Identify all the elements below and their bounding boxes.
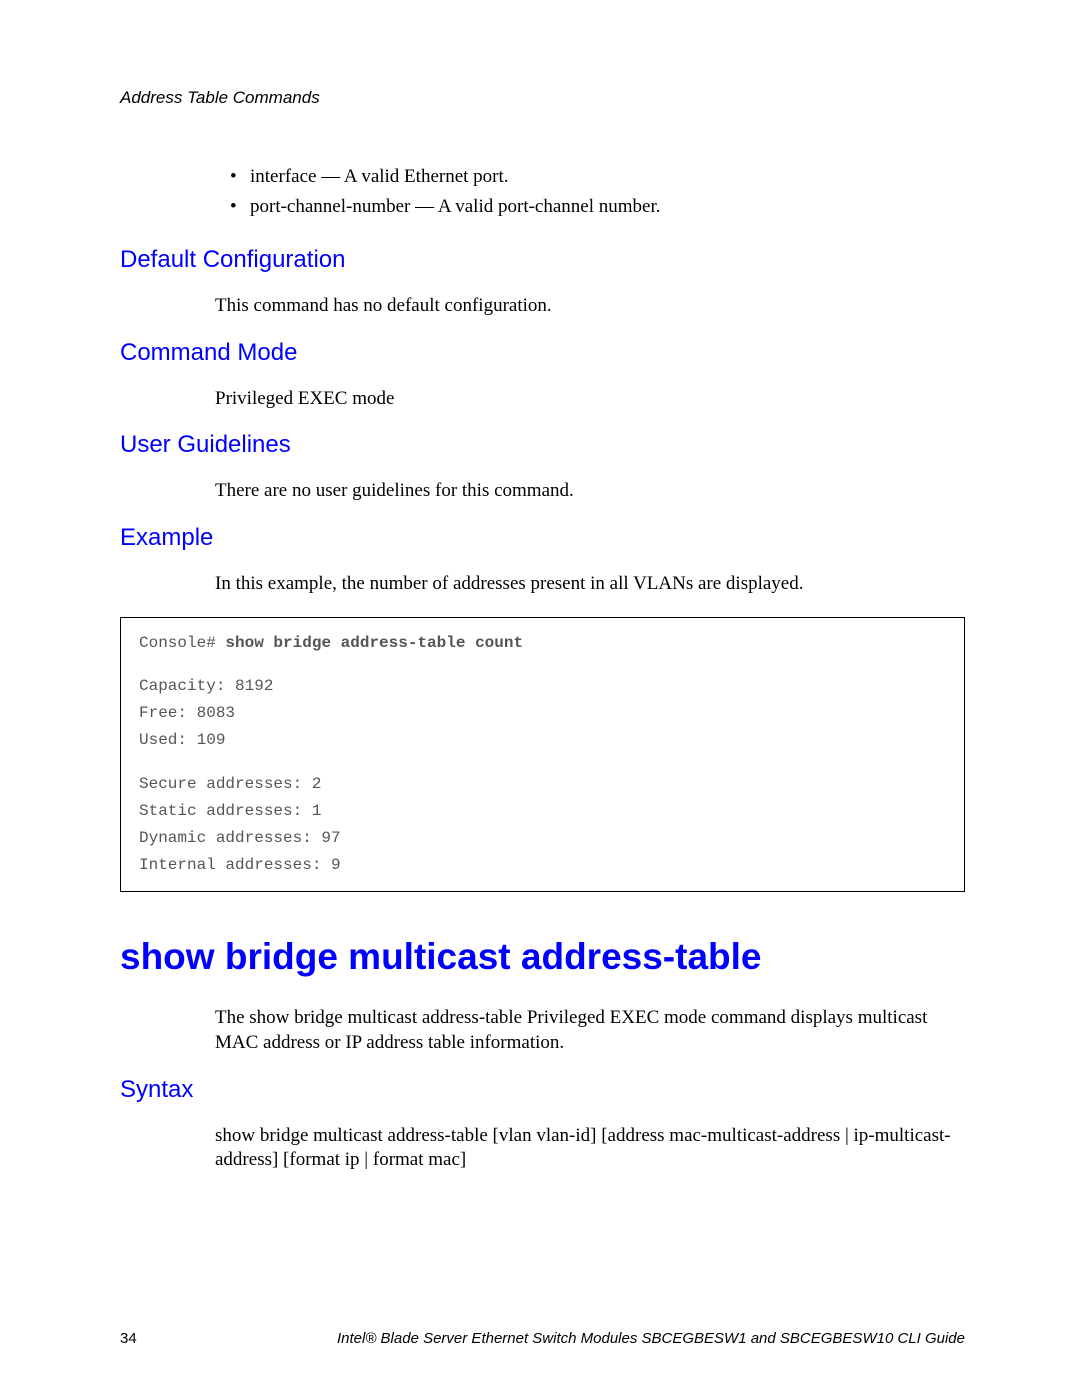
code-line: Static addresses: 1 [139,798,946,825]
code-line: Capacity: 8192 [139,673,946,700]
footer-guide-title: Intel® Blade Server Ethernet Switch Modu… [337,1330,965,1347]
bullet-item: port-channel-number — A valid port-chann… [230,196,965,218]
code-line: Internal addresses: 9 [139,852,946,879]
default-config-body: This command has no default configuratio… [215,294,965,319]
example-heading: Example [120,524,965,552]
syntax-heading: Syntax [120,1076,965,1104]
page-footer: 34 Intel® Blade Server Ethernet Switch M… [120,1330,965,1347]
code-line: Used: 109 [139,727,946,754]
user-guidelines-heading: User Guidelines [120,431,965,459]
bullet-item: interface — A valid Ethernet port. [230,166,965,188]
page-number: 34 [120,1330,137,1347]
command-title: show bridge multicast address-table [120,936,965,978]
default-config-heading: Default Configuration [120,246,965,274]
command-mode-heading: Command Mode [120,339,965,367]
command-description: The show bridge multicast address-table … [215,1006,965,1055]
code-line: Dynamic addresses: 97 [139,825,946,852]
code-prompt: Console# [139,634,225,652]
code-prompt-line: Console# show bridge address-table count [139,630,946,657]
bullet-list: interface — A valid Ethernet port. port-… [230,166,965,218]
command-mode-body: Privileged EXEC mode [215,387,965,412]
code-line: Free: 8083 [139,700,946,727]
syntax-body: show bridge multicast address-table [vla… [215,1124,965,1173]
code-block: Console# show bridge address-table count… [120,617,965,893]
user-guidelines-body: There are no user guidelines for this co… [215,479,965,504]
code-command: show bridge address-table count [225,634,523,652]
code-line: Secure addresses: 2 [139,771,946,798]
page-header: Address Table Commands [120,88,965,108]
example-body: In this example, the number of addresses… [215,572,965,597]
